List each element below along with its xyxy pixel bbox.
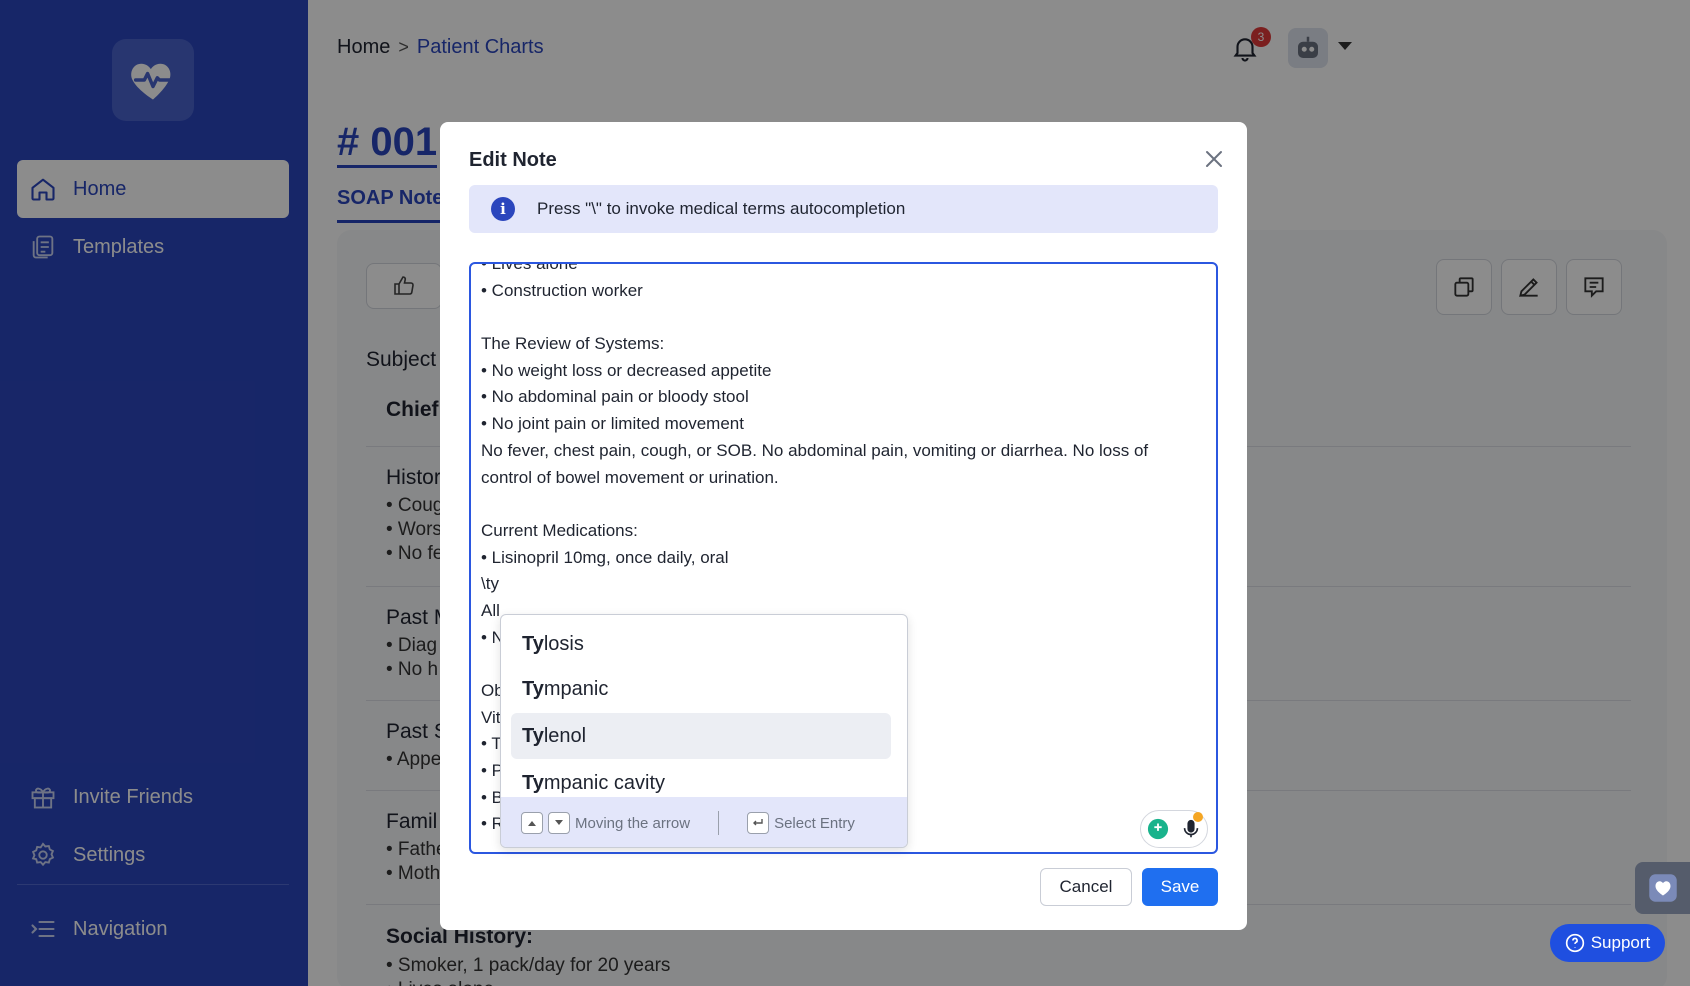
editor-line: • No abdominal pain or bloody stool (481, 387, 749, 407)
cancel-button[interactable]: Cancel (1040, 868, 1132, 906)
info-banner: i Press "\" to invoke medical terms auto… (469, 185, 1218, 233)
autocomplete-dropdown: Ty losis Ty mpanic Ty lenol Ty mpanic cavity… (500, 614, 908, 848)
footer-select-label: Select Entry (774, 814, 855, 832)
enter-key-icon (747, 812, 770, 834)
arrow-down-icon (548, 812, 570, 834)
editor-line: \ty (481, 574, 499, 594)
option-text: mpanic (543, 677, 609, 700)
close-icon[interactable] (1202, 147, 1226, 171)
save-button[interactable]: Save (1142, 868, 1218, 906)
match-text: Ty (522, 677, 544, 700)
arrow-up-icon (521, 812, 543, 834)
match-text: Ty (522, 724, 544, 747)
autocomplete-option[interactable]: Ty mpanic (511, 666, 891, 712)
editor-line: control of bowel movement or urination. (481, 467, 779, 487)
editor-line: • Lives alone (481, 262, 578, 273)
recording-indicator (1193, 812, 1203, 822)
help-circle-icon (1565, 933, 1584, 953)
support-label: Support (1590, 933, 1651, 952)
modal-title: Edit Note (469, 149, 557, 171)
match-text: Ty (522, 632, 544, 655)
option-text: mpanic cavity (543, 771, 666, 794)
option-text: losis (543, 632, 584, 655)
autocomplete-option-selected[interactable]: Ty lenol (511, 713, 891, 759)
match-text: Ty (522, 771, 544, 794)
info-text: Press "\" to invoke medical terms autoco… (537, 199, 906, 218)
editor-line: No fever, chest pain, cough, or SOB. No … (481, 440, 1149, 460)
editor-line: • No weight loss or decreased appetite (481, 360, 772, 380)
editor-line: • No joint pain or limited movement (481, 414, 744, 434)
support-button[interactable]: Support (1550, 924, 1665, 962)
editor-line: Current Medications: (481, 520, 638, 540)
editor-line: The Review of Systems: (481, 334, 665, 354)
footer-divider (718, 811, 720, 835)
editor-line: • Construction worker (481, 280, 643, 300)
autocomplete-option[interactable]: Ty losis (511, 621, 891, 667)
footer-move-label: Moving the arrow (575, 814, 691, 832)
heart-widget-icon[interactable] (1635, 862, 1690, 914)
autocomplete-footer: Moving the arrow Select Entry (501, 797, 907, 847)
assistant-bulb-icon[interactable] (1147, 818, 1169, 840)
option-text: lenol (543, 724, 587, 747)
info-icon: i (491, 197, 515, 221)
editor-line: • Lisinopril 10mg, once daily, oral (481, 547, 729, 567)
